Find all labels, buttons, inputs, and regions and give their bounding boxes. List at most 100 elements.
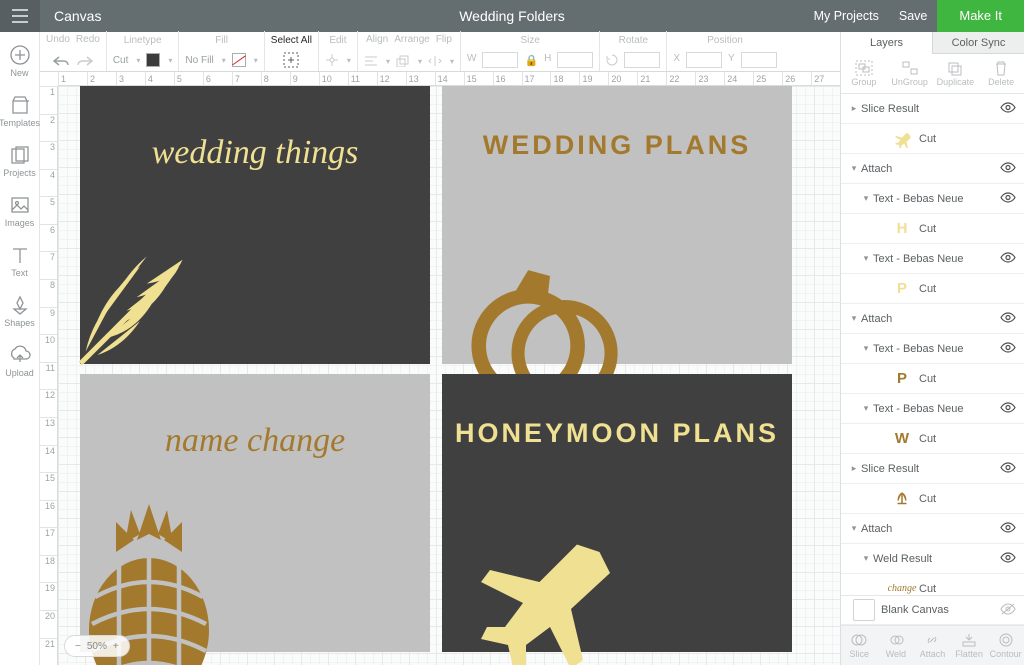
shapes-button[interactable]: Shapes: [0, 288, 40, 334]
card3-title: name change: [80, 422, 430, 460]
tab-color-sync[interactable]: Color Sync: [933, 32, 1024, 54]
layer-row[interactable]: ▾Attach: [841, 154, 1024, 184]
edit-button[interactable]: [325, 53, 339, 67]
top-bar: Canvas Wedding Folders My Projects Save …: [0, 0, 1024, 32]
visibility-icon[interactable]: [1000, 102, 1018, 116]
card-name-change[interactable]: name change: [80, 374, 430, 652]
layer-row[interactable]: PCut: [841, 274, 1024, 304]
flip-button[interactable]: [428, 55, 442, 67]
linetype-select[interactable]: Cut▾ ▾: [113, 49, 173, 71]
flatten-button[interactable]: Flatten: [951, 626, 988, 665]
contour-button[interactable]: Contour: [987, 626, 1024, 665]
size-label: Size: [520, 35, 539, 47]
rotate-label: Rotate: [619, 35, 648, 47]
undo-label: Undo: [46, 34, 70, 46]
layer-row[interactable]: Cut: [841, 124, 1024, 154]
visibility-icon[interactable]: [1000, 342, 1018, 356]
layer-row[interactable]: ▾Text - Bebas Neue: [841, 244, 1024, 274]
visibility-icon[interactable]: [1000, 552, 1018, 566]
duplicate-button[interactable]: Duplicate: [933, 54, 979, 93]
left-sidebar: New Templates Projects Images Text Shape…: [0, 32, 40, 665]
menu-icon[interactable]: [0, 0, 40, 32]
select-all-label: Select All: [271, 35, 312, 47]
arrange-label: Arrange: [394, 34, 430, 46]
ruler-vertical: 123456789101112131415161718192021: [40, 86, 58, 665]
projects-button[interactable]: Projects: [0, 138, 40, 184]
leaf-icon: [72, 202, 242, 372]
linetype-label: Linetype: [124, 35, 162, 47]
card4-title: HONEYMOON PLANS: [442, 418, 792, 449]
x-input[interactable]: [686, 52, 722, 68]
my-projects-link[interactable]: My Projects: [804, 9, 889, 23]
visibility-icon[interactable]: [1000, 402, 1018, 416]
edit-label: Edit: [329, 35, 346, 47]
align-label: Align: [366, 34, 388, 46]
zoom-control[interactable]: − 50% +: [64, 635, 130, 657]
blank-canvas-row[interactable]: Blank Canvas: [841, 595, 1024, 625]
group-button[interactable]: Group: [841, 54, 887, 93]
flip-label: Flip: [436, 34, 452, 46]
fill-select[interactable]: No Fill▾ ▾: [185, 49, 257, 71]
layer-row[interactable]: WCut: [841, 424, 1024, 454]
lock-icon[interactable]: 🔒: [524, 54, 538, 67]
right-panel: Layers Color Sync Group UnGroup Duplicat…: [840, 32, 1024, 665]
canvas-area[interactable]: wedding things WEDDING PLANS name change: [58, 86, 840, 665]
layer-row[interactable]: PCut: [841, 364, 1024, 394]
visibility-icon[interactable]: [1000, 162, 1018, 176]
visibility-icon[interactable]: [1000, 252, 1018, 266]
redo-button[interactable]: [76, 55, 94, 67]
layer-row[interactable]: ▾Attach: [841, 514, 1024, 544]
card-honeymoon-plans[interactable]: HONEYMOON PLANS: [442, 374, 792, 652]
y-input[interactable]: [741, 52, 777, 68]
align-button[interactable]: [364, 55, 378, 67]
layer-row[interactable]: ▾Text - Bebas Neue: [841, 334, 1024, 364]
card-wedding-things[interactable]: wedding things: [80, 86, 430, 364]
layer-row[interactable]: HCut: [841, 214, 1024, 244]
ungroup-button[interactable]: UnGroup: [887, 54, 933, 93]
text-button[interactable]: Text: [0, 238, 40, 284]
zoom-in-icon[interactable]: +: [113, 641, 119, 652]
visibility-icon[interactable]: [1000, 192, 1018, 206]
ruler-horizontal: 1234567891011121314151617181920212223242…: [58, 72, 840, 86]
visibility-icon[interactable]: [1000, 312, 1018, 326]
property-toolbar: Undo Redo Linetype Cut▾ ▾ Fill No Fill▾ …: [40, 32, 840, 72]
rotate-input[interactable]: [624, 52, 660, 68]
layer-row[interactable]: ▸Slice Result: [841, 94, 1024, 124]
layer-row[interactable]: ▾Weld Result: [841, 544, 1024, 574]
width-input[interactable]: [482, 52, 518, 68]
layer-row[interactable]: changeCut: [841, 574, 1024, 595]
fill-label: Fill: [215, 35, 228, 47]
templates-button[interactable]: Templates: [0, 88, 40, 134]
rotate-icon: [606, 54, 618, 66]
card-wedding-plans[interactable]: WEDDING PLANS: [442, 86, 792, 364]
arrange-button[interactable]: [396, 55, 410, 67]
layer-row[interactable]: ▾Attach: [841, 304, 1024, 334]
plane-icon: [472, 522, 622, 665]
layer-row[interactable]: ▾Text - Bebas Neue: [841, 184, 1024, 214]
visibility-icon[interactable]: [1000, 522, 1018, 536]
tab-layers[interactable]: Layers: [841, 32, 933, 54]
visibility-icon[interactable]: [1000, 462, 1018, 476]
upload-button[interactable]: Upload: [0, 338, 40, 384]
card2-title: WEDDING PLANS: [442, 130, 792, 161]
app-brand: Canvas: [40, 8, 115, 24]
make-it-button[interactable]: Make It: [937, 0, 1024, 32]
delete-button[interactable]: Delete: [978, 54, 1024, 93]
save-link[interactable]: Save: [889, 9, 938, 23]
slice-button[interactable]: Slice: [841, 626, 878, 665]
layer-row[interactable]: Cut: [841, 484, 1024, 514]
visibility-icon[interactable]: [1000, 603, 1018, 618]
zoom-out-icon[interactable]: −: [75, 641, 81, 652]
card1-title: wedding things: [80, 134, 430, 172]
undo-button[interactable]: [52, 55, 70, 67]
layer-row[interactable]: ▾Text - Bebas Neue: [841, 394, 1024, 424]
images-button[interactable]: Images: [0, 188, 40, 234]
layer-row[interactable]: ▸Slice Result: [841, 454, 1024, 484]
height-input[interactable]: [557, 52, 593, 68]
position-label: Position: [707, 35, 743, 47]
new-button[interactable]: New: [0, 38, 40, 84]
weld-button[interactable]: Weld: [878, 626, 915, 665]
layers-list: ▸Slice ResultCut▾Attach▾Text - Bebas Neu…: [841, 94, 1024, 595]
select-all-button[interactable]: [283, 52, 299, 68]
attach-button[interactable]: Attach: [914, 626, 951, 665]
